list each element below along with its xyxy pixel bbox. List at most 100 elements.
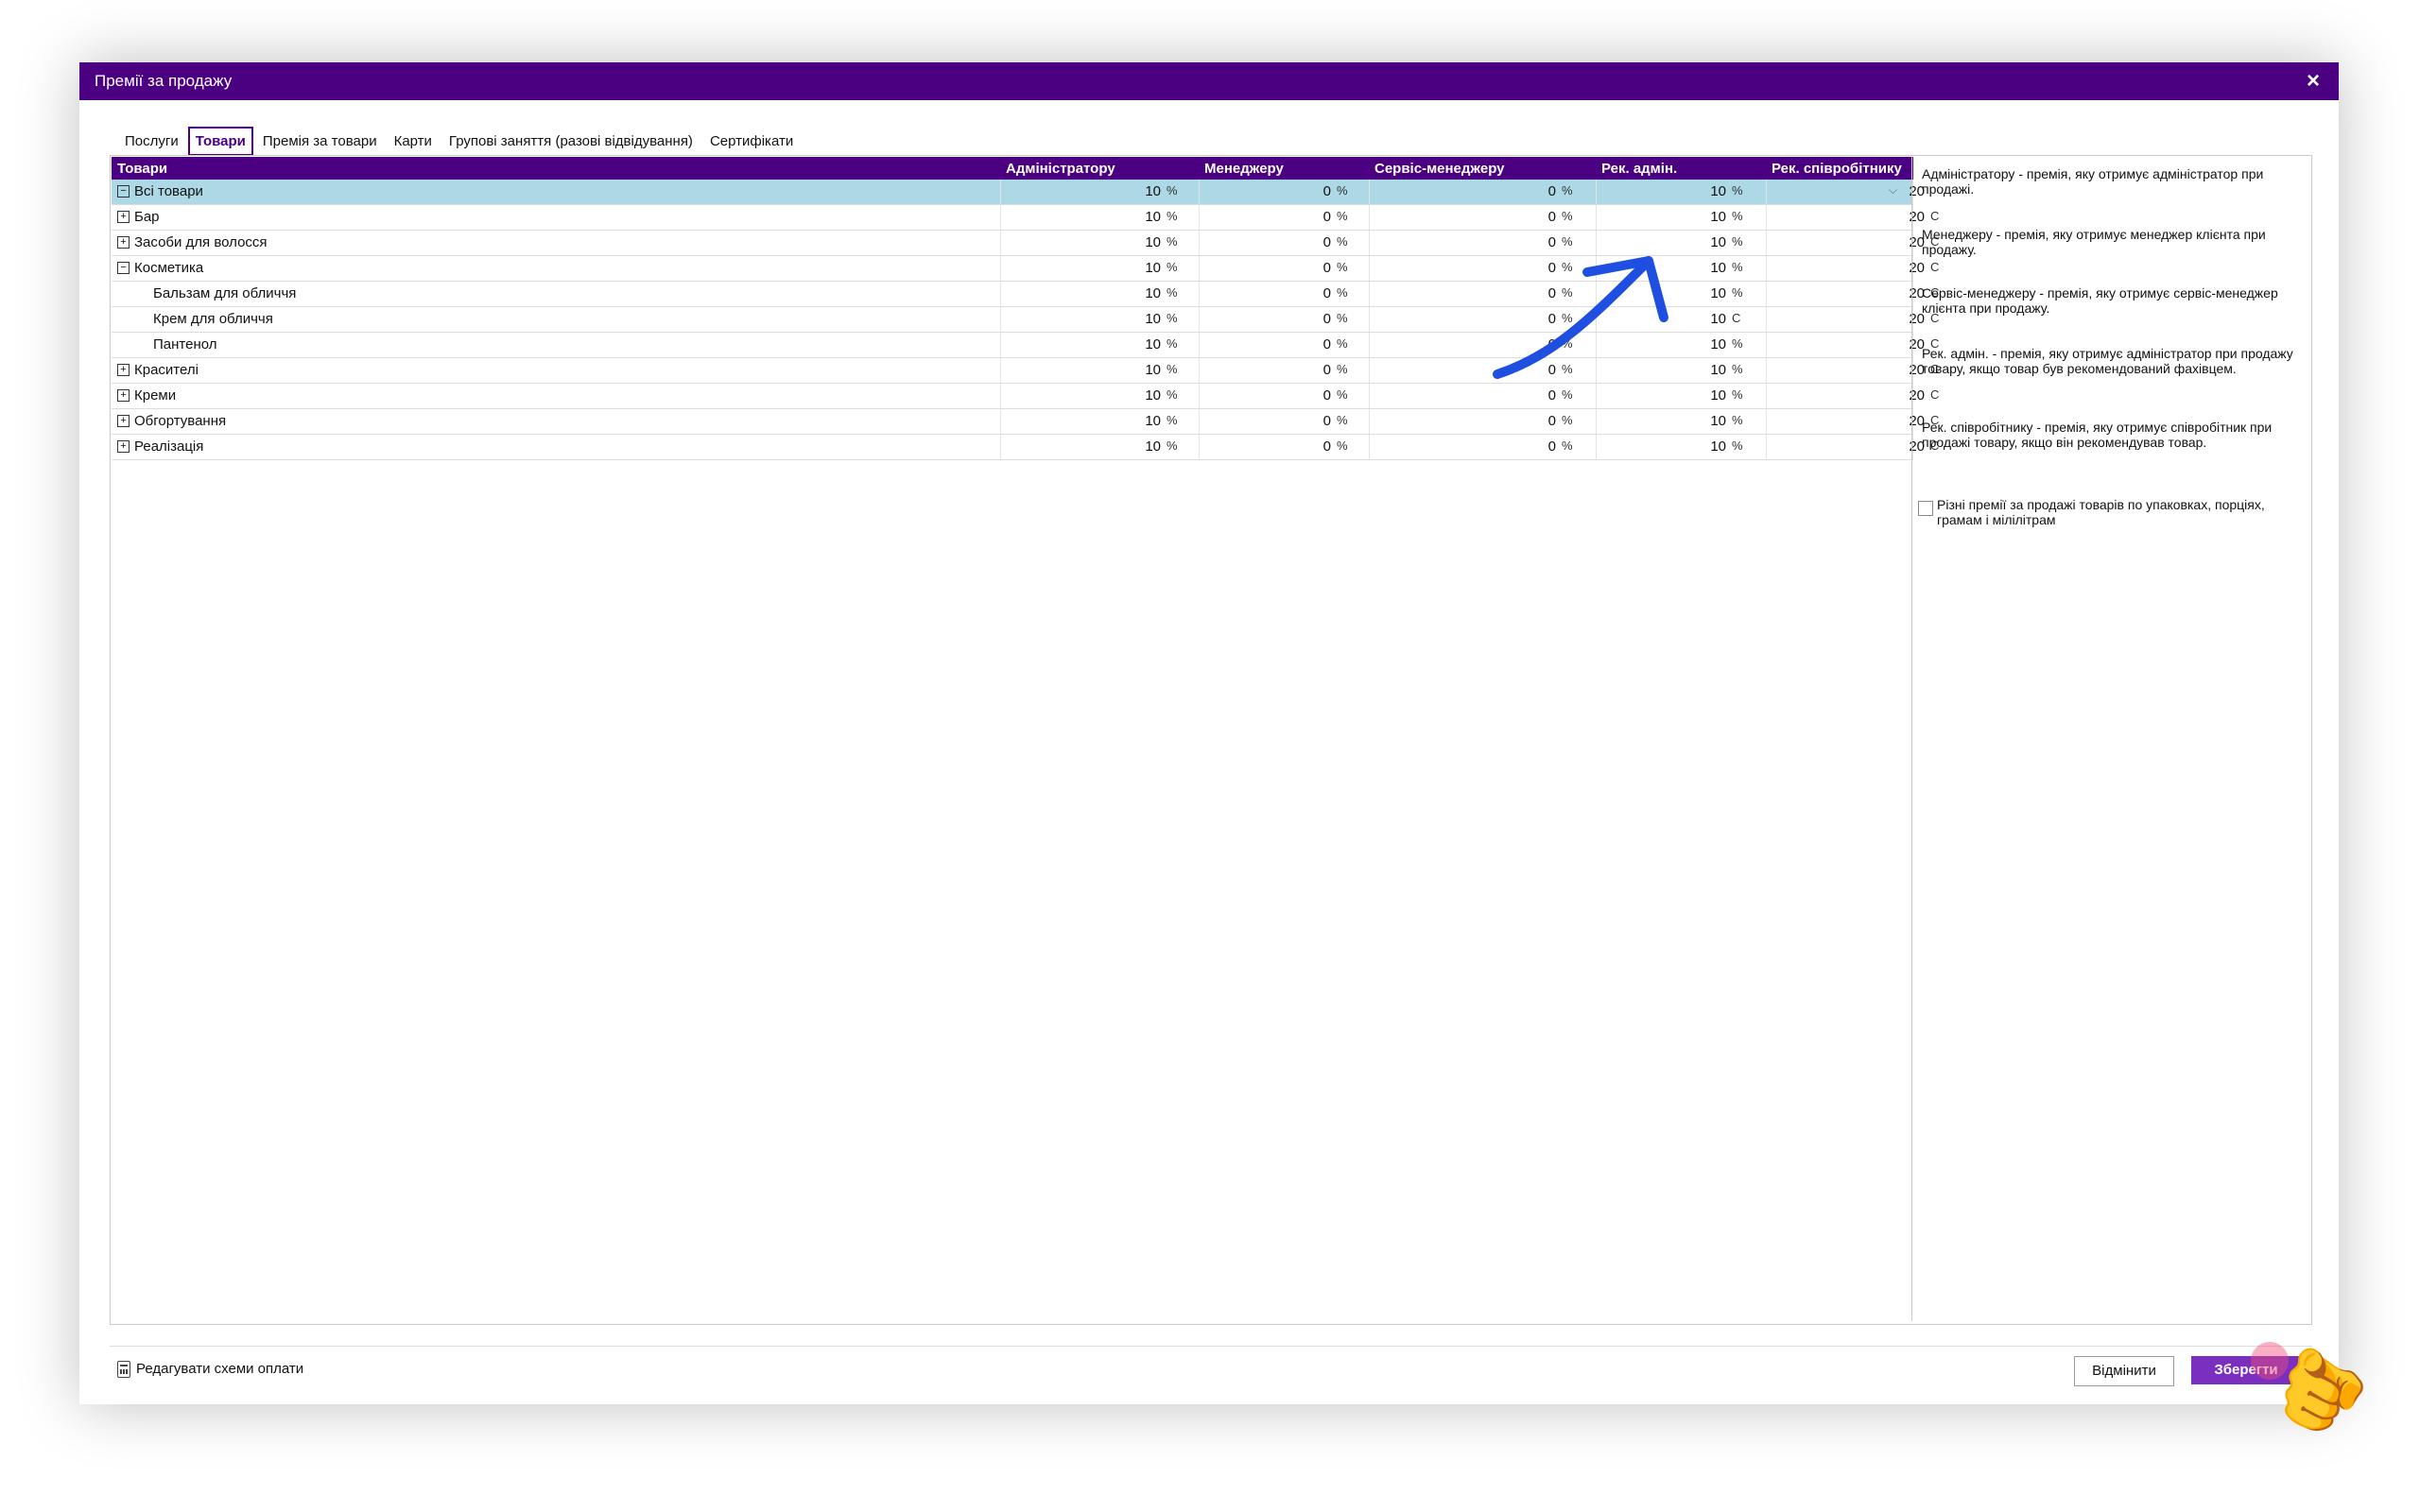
cell-manager[interactable]: 0 <box>1189 183 1331 199</box>
row-name[interactable]: + Красителі <box>117 362 199 378</box>
cell-admin[interactable]: 10 <box>991 387 1161 404</box>
col-header-service-manager[interactable]: Сервіс-менеджеру <box>1374 161 1505 177</box>
cell-admin[interactable]: 10 <box>991 413 1161 429</box>
unit-service[interactable]: % <box>1562 183 1573 198</box>
cell-rec-emp[interactable]: 20 <box>1756 438 1925 455</box>
col-header-manager[interactable]: Менеджеру <box>1204 161 1284 177</box>
unit-manager[interactable]: % <box>1337 336 1348 351</box>
row-name[interactable]: + Бар <box>117 209 160 225</box>
cell-rec-emp[interactable]: 20 <box>1756 362 1925 378</box>
cell-manager[interactable]: 0 <box>1189 234 1331 250</box>
unit-rec-admin[interactable]: % <box>1732 387 1743 402</box>
cell-rec-emp[interactable]: 20 <box>1756 209 1925 225</box>
unit-manager[interactable]: % <box>1337 260 1348 274</box>
unit-admin[interactable]: % <box>1167 183 1178 198</box>
cell-rec-emp[interactable]: 20 <box>1756 260 1925 276</box>
unit-admin[interactable]: % <box>1167 285 1178 300</box>
row-name[interactable]: Крем для обличчя <box>153 311 273 327</box>
cell-manager[interactable]: 0 <box>1189 336 1331 352</box>
tab-services[interactable]: Послуги <box>117 127 186 156</box>
cell-manager[interactable]: 0 <box>1189 260 1331 276</box>
cell-admin[interactable]: 10 <box>991 234 1161 250</box>
unit-manager[interactable]: % <box>1337 311 1348 325</box>
cell-admin[interactable]: 10 <box>991 209 1161 225</box>
tab-goods-premium[interactable]: Премія за товари <box>255 127 385 156</box>
tab-cards[interactable]: Карти <box>387 127 440 156</box>
packaging-checkbox[interactable] <box>1918 501 1933 516</box>
unit-manager[interactable]: % <box>1337 362 1348 376</box>
chevron-down-icon[interactable]: ⌵ <box>1889 183 1897 198</box>
expand-icon[interactable]: + <box>117 439 130 453</box>
unit-rec-admin[interactable]: % <box>1732 183 1743 198</box>
unit-service[interactable]: % <box>1562 209 1573 223</box>
cell-manager[interactable]: 0 <box>1189 209 1331 225</box>
cell-admin[interactable]: 10 <box>991 285 1161 301</box>
unit-rec-admin[interactable]: % <box>1732 260 1743 274</box>
cell-service[interactable]: 0 <box>1359 438 1556 455</box>
expand-icon[interactable]: + <box>117 388 130 402</box>
tab-group-classes[interactable]: Групові заняття (разові відвідування) <box>441 127 700 156</box>
unit-rec-admin[interactable]: % <box>1732 336 1743 351</box>
row-name[interactable]: + Реалізація <box>117 438 203 455</box>
cell-admin[interactable]: 10 <box>991 438 1161 455</box>
unit-rec-admin[interactable]: % <box>1732 209 1743 223</box>
cell-service[interactable]: 0 <box>1359 209 1556 225</box>
row-name[interactable]: Пантенол <box>153 336 217 352</box>
unit-admin[interactable]: % <box>1167 362 1178 376</box>
col-header-goods[interactable]: Товари <box>117 161 167 177</box>
cell-admin[interactable]: 10 <box>991 183 1161 199</box>
unit-admin[interactable]: % <box>1167 413 1178 427</box>
row-name[interactable]: − Косметика <box>117 260 203 276</box>
unit-manager[interactable]: % <box>1337 234 1348 249</box>
cell-manager[interactable]: 0 <box>1189 285 1331 301</box>
unit-manager[interactable]: % <box>1337 285 1348 300</box>
col-header-rec-admin[interactable]: Рек. адмін. <box>1601 161 1677 177</box>
cell-manager[interactable]: 0 <box>1189 311 1331 327</box>
unit-admin[interactable]: % <box>1167 336 1178 351</box>
cell-admin[interactable]: 10 <box>991 336 1161 352</box>
cell-manager[interactable]: 0 <box>1189 438 1331 455</box>
unit-admin[interactable]: % <box>1167 209 1178 223</box>
col-header-admin[interactable]: Адміністратору <box>1006 161 1115 177</box>
cell-rec-emp[interactable]: 20 <box>1756 336 1925 352</box>
cell-manager[interactable]: 0 <box>1189 362 1331 378</box>
unit-rec-admin[interactable]: % <box>1732 413 1743 427</box>
row-name[interactable]: − Всі товари <box>117 183 203 199</box>
cell-manager[interactable]: 0 <box>1189 413 1331 429</box>
unit-rec-admin[interactable]: С <box>1732 311 1740 325</box>
cell-rec-emp[interactable]: 20 <box>1756 311 1925 327</box>
row-name[interactable]: + Обгортування <box>117 413 226 429</box>
collapse-icon[interactable]: − <box>117 261 130 274</box>
cell-rec-emp[interactable]: 20 <box>1756 387 1925 404</box>
unit-admin[interactable]: % <box>1167 260 1178 274</box>
cell-service[interactable]: 0 <box>1359 183 1556 199</box>
cell-rec-emp[interactable]: 20 <box>1756 183 1925 199</box>
cell-rec-emp[interactable]: 20 <box>1756 413 1925 429</box>
unit-service[interactable]: % <box>1562 438 1573 453</box>
expand-icon[interactable]: + <box>117 414 130 427</box>
cancel-button[interactable]: Відмінити <box>2074 1356 2174 1386</box>
tab-goods[interactable]: Товари <box>187 127 253 156</box>
expand-icon[interactable]: + <box>117 363 130 376</box>
cell-admin[interactable]: 10 <box>991 311 1161 327</box>
row-name[interactable]: + Засоби для волосся <box>117 234 268 250</box>
unit-rec-admin[interactable]: % <box>1732 362 1743 376</box>
row-name[interactable]: + Креми <box>117 387 176 404</box>
tab-certificates[interactable]: Сертифікати <box>702 127 801 156</box>
col-header-rec-employee[interactable]: Рек. співробітнику <box>1772 161 1902 177</box>
unit-admin[interactable]: % <box>1167 311 1178 325</box>
collapse-icon[interactable]: − <box>117 184 130 198</box>
unit-manager[interactable]: % <box>1337 183 1348 198</box>
cell-rec-admin[interactable]: 10 <box>1586 413 1726 429</box>
cell-rec-emp[interactable]: 20 <box>1756 285 1925 301</box>
cell-service[interactable]: 0 <box>1359 413 1556 429</box>
unit-manager[interactable]: % <box>1337 438 1348 453</box>
edit-payment-schemes-link[interactable]: Редагувати схеми оплати <box>117 1361 303 1379</box>
cell-rec-emp[interactable]: 20 <box>1756 234 1925 250</box>
expand-icon[interactable]: + <box>117 235 130 249</box>
table-row[interactable]: + Реалізація 10% 0% 0% 10% 20 С <box>112 435 1939 460</box>
table-row[interactable]: + Обгортування 10% 0% 0% 10% 20 С <box>112 409 1939 435</box>
close-icon[interactable]: × <box>2297 66 2329 96</box>
unit-service[interactable]: % <box>1562 413 1573 427</box>
unit-manager[interactable]: % <box>1337 209 1348 223</box>
